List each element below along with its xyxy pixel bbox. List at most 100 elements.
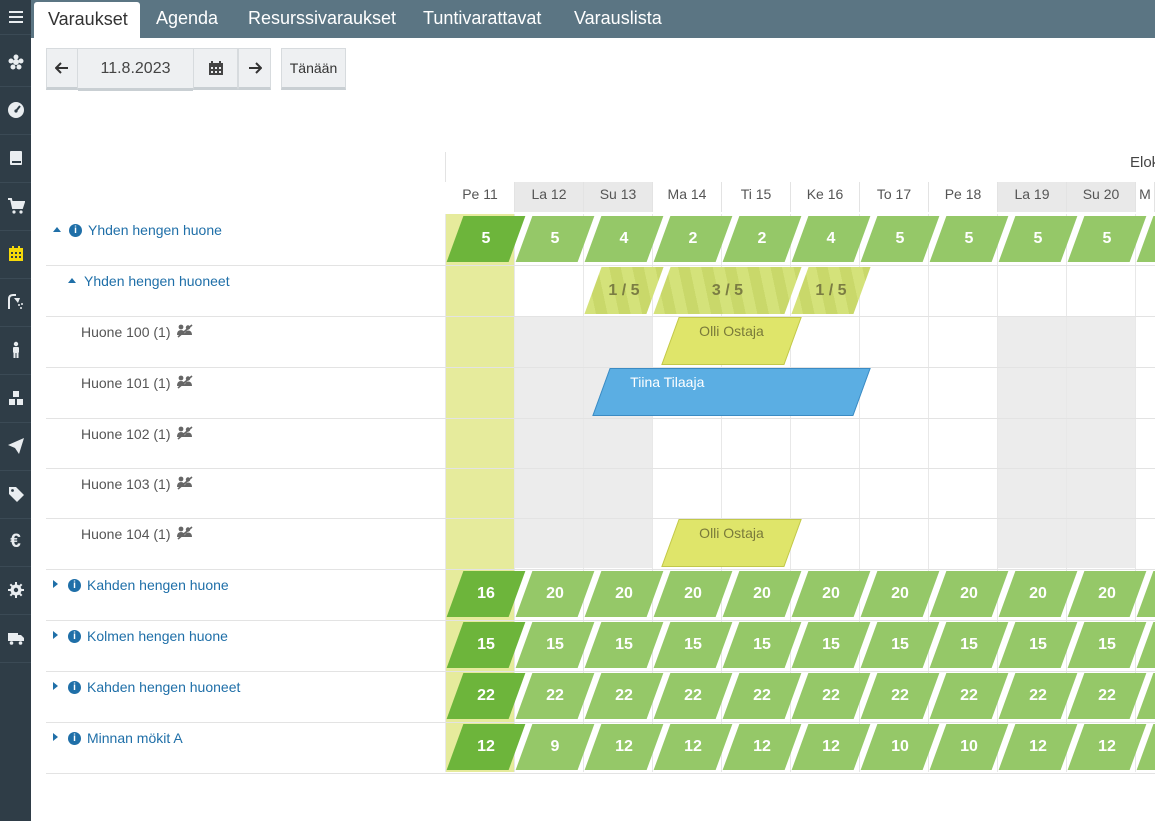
availability-cell[interactable]: 15 [653,622,733,668]
gear-icon[interactable] [0,566,31,615]
menu-icon[interactable] [0,0,31,35]
day-header-cell[interactable]: Ti 15 [722,182,791,212]
availability-cell[interactable]: 15 [998,622,1078,668]
availability-cell[interactable]: 15 [860,622,940,668]
availability-cell[interactable]: 15 [446,622,526,668]
availability-cell[interactable]: 12 [1067,724,1147,770]
info-icon[interactable]: i [68,731,81,745]
availability-cell[interactable]: 4 [584,216,664,262]
availability-cell[interactable]: 12 [722,724,802,770]
availability-cell[interactable]: 5 [998,216,1078,262]
caret-down-icon[interactable] [53,226,61,232]
availability-cell[interactable]: 15 [791,622,871,668]
book-icon[interactable] [0,134,31,183]
euro-icon[interactable]: € [0,518,31,567]
availability-cell[interactable]: 16 [446,571,526,617]
availability-cell[interactable]: 20 [722,571,802,617]
flower-icon[interactable] [0,38,31,87]
caret-right-icon[interactable] [53,682,58,691]
booking-bar[interactable]: Olli Ostaja [661,317,802,365]
availability-cell[interactable]: 20 [584,571,664,617]
booking-bar[interactable]: Olli Ostaja [661,519,802,567]
occupancy-bar[interactable]: 1 / 5 [791,267,871,314]
day-header-cell[interactable]: Su 20 [1067,182,1136,212]
availability-cell[interactable]: 22 [860,673,940,719]
availability-cell[interactable]: 15 [722,622,802,668]
day-header-cell[interactable]: Pe 18 [929,182,998,212]
calendar-icon[interactable] [0,230,31,279]
date-field[interactable]: 11.8.2023 [78,48,193,91]
day-header-cell[interactable]: Ke 16 [791,182,860,212]
category-row-label[interactable]: i Kahden hengen huoneet [53,679,240,695]
availability-cell[interactable]: 22 [653,673,733,719]
availability-cell[interactable]: 20 [1067,571,1147,617]
availability-cell[interactable]: 5 [446,216,526,262]
availability-cell[interactable]: 22 [722,673,802,719]
availability-cell[interactable]: 22 [791,673,871,719]
caret-down-icon[interactable] [68,277,76,283]
availability-cell[interactable]: 22 [1067,673,1147,719]
calendar-picker-button[interactable] [193,48,238,90]
availability-cell[interactable]: 12 [653,724,733,770]
next-day-button[interactable] [238,48,271,90]
tab-agenda[interactable]: Agenda [142,0,232,38]
info-icon[interactable]: i [68,578,81,592]
availability-cell[interactable]: 22 [584,673,664,719]
availability-cell[interactable]: 5 [1067,216,1147,262]
day-header-cell[interactable]: Pe 11 [446,182,515,212]
availability-cell[interactable]: 15 [515,622,595,668]
availability-cell[interactable]: 20 [998,571,1078,617]
caret-right-icon[interactable] [53,733,58,742]
day-header-cell[interactable]: M [1136,182,1155,212]
caret-right-icon[interactable] [53,580,58,589]
booking-bar[interactable]: Tiina Tilaaja [592,368,871,416]
day-header-cell[interactable]: La 12 [515,182,584,212]
day-header-cell[interactable]: La 19 [998,182,1067,212]
cubes-icon[interactable] [0,374,31,423]
dashboard-icon[interactable] [0,86,31,135]
info-icon[interactable]: i [69,223,82,237]
category-row-label[interactable]: i Minnan mökit A [53,730,183,746]
paper-plane-icon[interactable] [0,422,31,471]
availability-cell[interactable]: 15 [1067,622,1147,668]
today-button[interactable]: Tänään [281,48,346,90]
availability-cell[interactable]: 5 [860,216,940,262]
availability-cell[interactable]: 12 [584,724,664,770]
availability-cell[interactable]: 20 [929,571,1009,617]
tab-tuntivarattavat[interactable]: Tuntivarattavat [409,0,555,38]
cart-icon[interactable] [0,182,31,231]
category-row-label[interactable]: i Kahden hengen huone [53,577,229,593]
caret-right-icon[interactable] [53,631,58,640]
availability-cell[interactable]: 2 [653,216,733,262]
availability-cell[interactable]: 15 [584,622,664,668]
availability-cell[interactable]: 12 [998,724,1078,770]
day-header-cell[interactable]: Ma 14 [653,182,722,212]
availability-cell[interactable]: 22 [515,673,595,719]
day-header-cell[interactable]: To 17 [860,182,929,212]
availability-cell[interactable]: 20 [860,571,940,617]
availability-cell[interactable]: 22 [446,673,526,719]
previous-day-button[interactable] [46,48,78,90]
availability-cell[interactable]: 4 [791,216,871,262]
day-header-cell[interactable]: Su 13 [584,182,653,212]
tab-varauslista[interactable]: Varauslista [560,0,676,38]
availability-cell[interactable]: 20 [515,571,595,617]
tab-resurssivaraukset[interactable]: Resurssivaraukset [234,0,410,38]
availability-cell[interactable]: 12 [446,724,526,770]
availability-cell[interactable]: 20 [791,571,871,617]
occupancy-bar[interactable]: 3 / 5 [653,267,802,314]
info-icon[interactable]: i [68,629,81,643]
category-row-label[interactable]: i Kolmen hengen huone [53,628,228,644]
availability-cell[interactable]: 22 [929,673,1009,719]
info-icon[interactable]: i [68,680,81,694]
truck-icon[interactable] [0,614,31,663]
tag-icon[interactable] [0,470,31,519]
category-row-label[interactable]: Yhden hengen huoneet [68,273,230,289]
tab-varaukset[interactable]: Varaukset [34,2,140,38]
availability-cell[interactable]: 10 [929,724,1009,770]
availability-cell[interactable]: 22 [998,673,1078,719]
availability-cell[interactable]: 20 [653,571,733,617]
person-icon[interactable] [0,326,31,375]
availability-cell[interactable]: 5 [929,216,1009,262]
availability-cell[interactable]: 12 [791,724,871,770]
